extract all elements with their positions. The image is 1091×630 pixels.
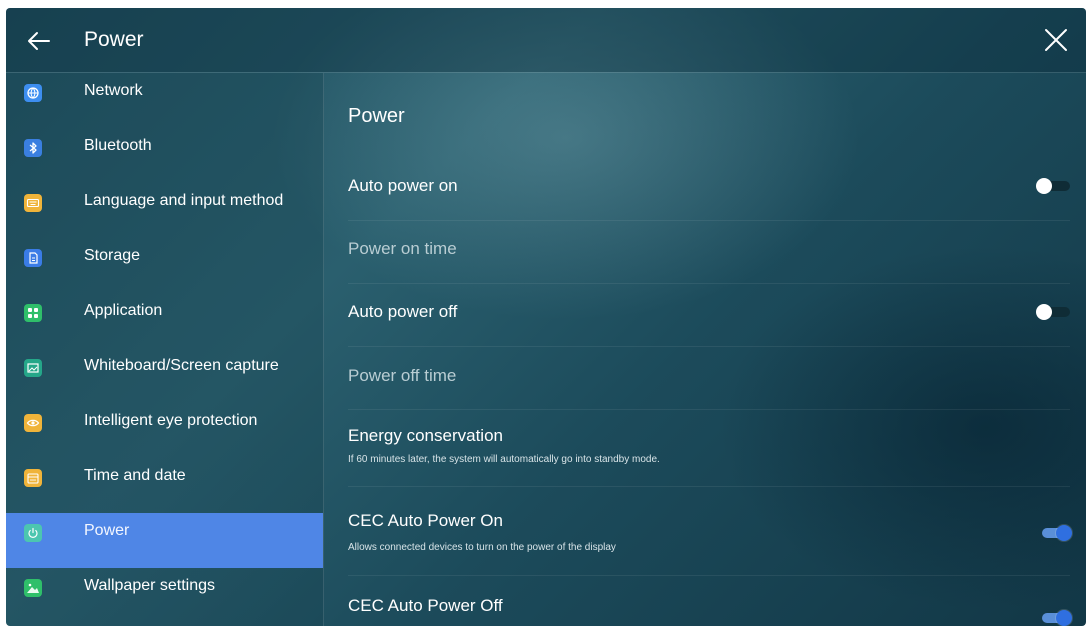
apps-grid-icon <box>24 304 42 322</box>
auto-power-off-row[interactable]: Auto power off <box>324 284 1086 344</box>
sidebar-item-label: Network <box>84 82 143 99</box>
auto-power-on-row[interactable]: Auto power on <box>324 158 1086 218</box>
cec-auto-power-on-row[interactable]: CEC Auto Power On Allows connected devic… <box>324 487 1086 567</box>
globe-icon <box>24 84 42 102</box>
toggle-knob <box>1036 178 1052 194</box>
auto-power-off-toggle[interactable] <box>1036 304 1072 320</box>
close-icon[interactable] <box>1040 24 1072 56</box>
row-label: Auto power off <box>348 302 458 321</box>
sidebar-item-power[interactable]: Power <box>6 513 323 568</box>
sidebar-item-label: Power <box>84 522 130 539</box>
cec-auto-power-on-toggle[interactable] <box>1036 525 1072 541</box>
section-title: Power <box>348 105 405 127</box>
sidebar-item-label: Whiteboard/Screen capture <box>84 357 279 374</box>
sidebar-item-application[interactable]: Application <box>6 293 323 348</box>
sidebar-item-time-date[interactable]: Time and date <box>6 458 323 513</box>
sidebar-item-eye-protection[interactable]: Intelligent eye protection <box>6 403 323 458</box>
cec-auto-power-off-toggle[interactable] <box>1036 610 1072 626</box>
sidebar-item-label: Time and date <box>84 467 186 484</box>
row-label: Power on time <box>348 239 457 258</box>
sidebar: Network Bluetooth Language and input met… <box>6 73 324 626</box>
sidebar-item-language[interactable]: Language and input method <box>6 183 323 238</box>
cec-auto-power-off-row[interactable]: CEC Auto Power Off <box>324 576 1086 626</box>
sidebar-item-label: Application <box>84 302 163 319</box>
row-label: Energy conservation <box>348 426 503 445</box>
row-subtitle: If 60 minutes later, the system will aut… <box>348 454 660 465</box>
row-label: Power off time <box>348 366 457 385</box>
toggle-knob <box>1056 525 1072 541</box>
screen-capture-icon <box>24 359 42 377</box>
row-subtitle: Allows connected devices to turn on the … <box>348 542 616 553</box>
back-arrow-icon[interactable] <box>24 26 54 56</box>
sidebar-item-wallpaper[interactable]: Wallpaper settings <box>6 568 323 623</box>
settings-window: Power Network Bluetooth Language and inp… <box>6 8 1086 626</box>
sidebar-item-label: Storage <box>84 247 141 264</box>
power-icon <box>24 524 42 542</box>
energy-conservation-row[interactable]: Energy conservation If 60 minutes later,… <box>324 410 1086 482</box>
image-icon <box>24 579 42 597</box>
sidebar-item-label: Bluetooth <box>84 137 152 154</box>
power-off-time-row[interactable]: Power off time <box>324 347 1086 407</box>
bluetooth-icon <box>24 139 42 157</box>
eye-icon <box>24 414 42 432</box>
sidebar-item-label: Language and input method <box>84 192 284 209</box>
auto-power-on-toggle[interactable] <box>1036 178 1072 194</box>
sidebar-item-network[interactable]: Network <box>6 73 323 128</box>
keyboard-icon <box>24 194 42 212</box>
header-bar: Power <box>6 8 1086 72</box>
toggle-knob <box>1056 610 1072 626</box>
toggle-knob <box>1036 304 1052 320</box>
storage-icon <box>24 249 42 267</box>
sidebar-item-bluetooth[interactable]: Bluetooth <box>6 128 323 183</box>
calendar-icon <box>24 469 42 487</box>
sidebar-item-storage[interactable]: Storage <box>6 238 323 293</box>
row-label: CEC Auto Power On <box>348 511 503 530</box>
row-label: CEC Auto Power Off <box>348 596 503 615</box>
sidebar-item-label: Intelligent eye protection <box>84 412 258 429</box>
sidebar-item-label: Wallpaper settings <box>84 577 216 594</box>
row-label: Auto power on <box>348 176 458 195</box>
page-title: Power <box>84 28 144 51</box>
power-on-time-row[interactable]: Power on time <box>324 221 1086 281</box>
sidebar-item-whiteboard[interactable]: Whiteboard/Screen capture <box>6 348 323 403</box>
